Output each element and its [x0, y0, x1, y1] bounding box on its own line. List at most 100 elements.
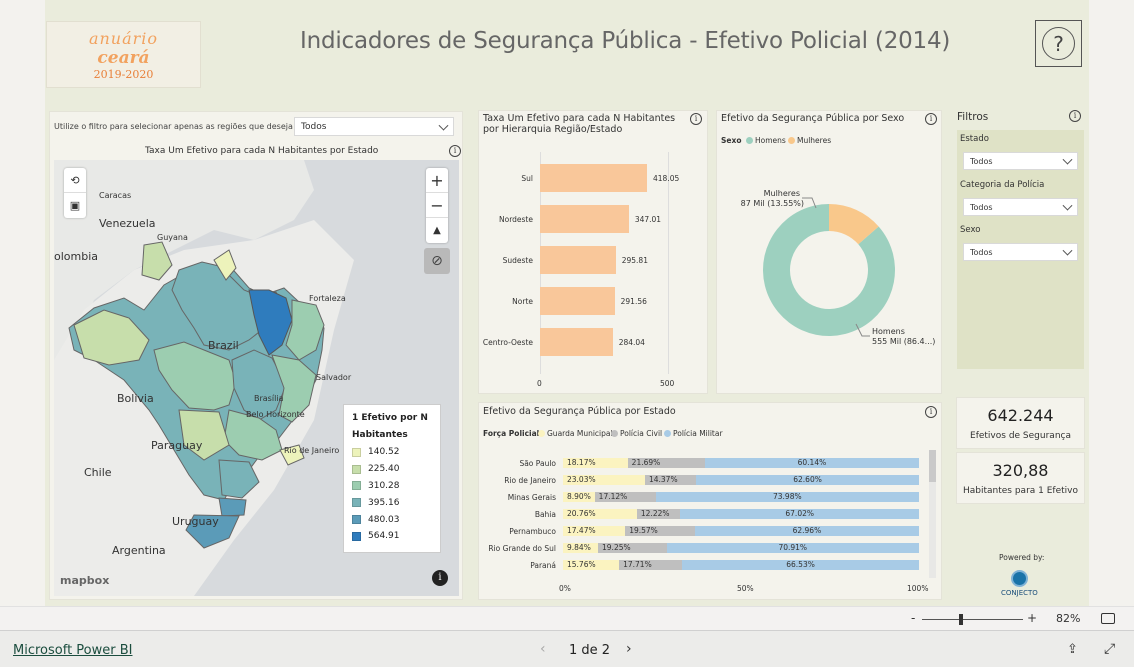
stack-segment[interactable]: 62.96% — [694, 526, 919, 536]
bar[interactable] — [540, 246, 616, 274]
legend-dot — [611, 430, 618, 437]
disable-selection-icon[interactable]: ⊘ — [424, 248, 450, 274]
legend-label: 395.16 — [368, 497, 400, 508]
stack-segment[interactable]: 15.76% — [563, 560, 620, 570]
bar[interactable] — [540, 328, 613, 356]
legend-swatch — [352, 447, 361, 457]
map-info-icon[interactable]: i — [432, 570, 448, 586]
stack-category-label: Rio de Janeiro — [504, 476, 556, 485]
map-label: Caracas — [99, 191, 132, 200]
legend-label: Polícia Civil — [620, 429, 663, 438]
zoom-slider-track[interactable] — [922, 619, 1023, 620]
categoria-dropdown[interactable]: Todos — [963, 198, 1078, 216]
help-button[interactable]: ? — [1035, 20, 1082, 67]
region-filter-dropdown[interactable]: Todos — [294, 117, 454, 136]
categoria-value: Todos — [970, 202, 993, 212]
map-label: Chile — [84, 466, 112, 479]
axis-tick-label: 500 — [660, 379, 675, 388]
info-icon[interactable]: i — [1069, 110, 1081, 122]
legend-label: 140.52 — [368, 447, 400, 458]
stack-segment[interactable]: 14.37% — [644, 475, 697, 485]
stack-segment[interactable]: 17.47% — [563, 526, 626, 536]
stack-segment[interactable]: 12.22% — [636, 509, 681, 519]
scrollbar-thumb[interactable] — [929, 450, 936, 482]
stack-segment[interactable]: 8.90% — [563, 492, 595, 502]
legend-swatch — [352, 498, 361, 508]
stack-segment[interactable]: 66.53% — [682, 560, 919, 570]
stack-segment[interactable]: 17.71% — [619, 560, 683, 570]
legend-swatch — [352, 531, 361, 541]
logo-text-2: ceará — [97, 47, 150, 68]
stack-segment[interactable]: 21.69% — [627, 458, 705, 468]
rect-select-icon[interactable]: ▣ — [64, 193, 86, 218]
axis-tick-label: 0% — [559, 584, 571, 593]
power-bi-link[interactable]: Microsoft Power BI — [13, 643, 132, 658]
estado-dropdown[interactable]: Todos — [963, 152, 1078, 170]
stack-category-label: Minas Gerais — [507, 493, 556, 502]
stack-segment[interactable]: 60.14% — [704, 458, 919, 468]
question-icon: ? — [1042, 27, 1075, 60]
logo-text-1: anuário — [88, 28, 159, 48]
sexo-value: Todos — [970, 247, 993, 257]
stack-segment[interactable]: 17.12% — [594, 492, 656, 502]
logo-text-3: 2019-2020 — [93, 67, 154, 81]
fullscreen-icon[interactable]: ⤢ — [1104, 641, 1115, 657]
share-icon[interactable]: ⇪ — [1067, 642, 1078, 657]
stack-segment[interactable]: 9.84% — [563, 543, 599, 553]
map-zoom-controls: + − ▲ — [426, 168, 448, 243]
map-label: Argentina — [112, 544, 166, 557]
anuario-logo: anuário ceará 2019-2020 — [46, 21, 201, 88]
bar[interactable] — [540, 164, 648, 192]
compass-button[interactable]: ▲ — [426, 218, 448, 243]
bar-value-label: 347.01 — [634, 215, 662, 224]
stack-segment[interactable]: 19.57% — [625, 526, 695, 536]
scrollbar-track[interactable] — [929, 450, 936, 578]
bar[interactable] — [540, 205, 629, 233]
zoom-in-button[interactable]: + — [426, 168, 448, 193]
bar-category-label: Centro-Oeste — [482, 338, 533, 347]
filters-title: Filtros — [957, 111, 989, 123]
chevron-down-icon — [1062, 154, 1073, 165]
next-page-icon[interactable]: › — [626, 641, 632, 657]
info-icon[interactable]: i — [925, 406, 937, 418]
fit-page-icon[interactable] — [1101, 613, 1115, 624]
stack-segment[interactable]: 62.60% — [696, 475, 919, 485]
info-icon[interactable]: i — [449, 145, 461, 157]
stack-segment[interactable]: 19.25% — [598, 543, 667, 553]
zoom-in-button[interactable]: + — [1027, 611, 1037, 625]
stack-segment[interactable]: 18.17% — [563, 458, 628, 468]
stack-segment[interactable]: 73.98% — [655, 492, 919, 502]
map-label: Bolivia — [117, 392, 154, 405]
stack-title: Efetivo da Segurança Pública por Estado — [483, 406, 676, 417]
donut-chart[interactable]: Mulheres87 Mil (13.55%) Homens555 Mil (86… — [716, 110, 942, 394]
prev-page-icon[interactable]: ‹ — [540, 641, 546, 657]
bar-value-label: 295.81 — [621, 256, 648, 265]
map-label: Belo Horizonte — [246, 410, 305, 419]
info-icon[interactable]: i — [690, 113, 702, 125]
legend-item: 310.28 — [352, 478, 432, 495]
kpi-label: Efetivos de Segurança — [970, 430, 1071, 441]
stack-segment[interactable]: 70.91% — [666, 543, 919, 553]
bar[interactable] — [540, 287, 615, 315]
kpi-label: Habitantes para 1 Efetivo — [962, 485, 1078, 496]
map-label: Fortaleza — [309, 294, 346, 303]
zoom-out-button[interactable]: - — [911, 611, 915, 625]
stack-segment[interactable]: 23.03% — [563, 475, 645, 485]
bar-category-label: Sul — [521, 174, 533, 183]
legend-item: 395.16 — [352, 494, 432, 511]
estado-value: Todos — [970, 156, 993, 166]
bar-category-label: Norte — [512, 297, 533, 306]
bottom-bar: Microsoft Power BI ‹ 1 de 2 › ⇪ ⤢ — [0, 630, 1134, 667]
stack-segment[interactable]: 20.76% — [563, 509, 637, 519]
sexo-dropdown[interactable]: Todos — [963, 243, 1078, 261]
page-title: Indicadores de Segurança Pública - Efeti… — [300, 28, 951, 54]
stack-category-label: Paraná — [530, 561, 556, 570]
legend-label: 225.40 — [368, 464, 400, 475]
stack-segment[interactable]: 67.02% — [680, 509, 919, 519]
axis-tick-label: 100% — [907, 584, 929, 593]
region-filter-value: Todos — [301, 121, 327, 132]
legend-dot — [664, 430, 671, 437]
zoom-slider-thumb[interactable] — [959, 614, 963, 625]
zoom-out-button[interactable]: − — [426, 193, 448, 218]
lasso-icon[interactable]: ⟲ — [64, 168, 86, 193]
